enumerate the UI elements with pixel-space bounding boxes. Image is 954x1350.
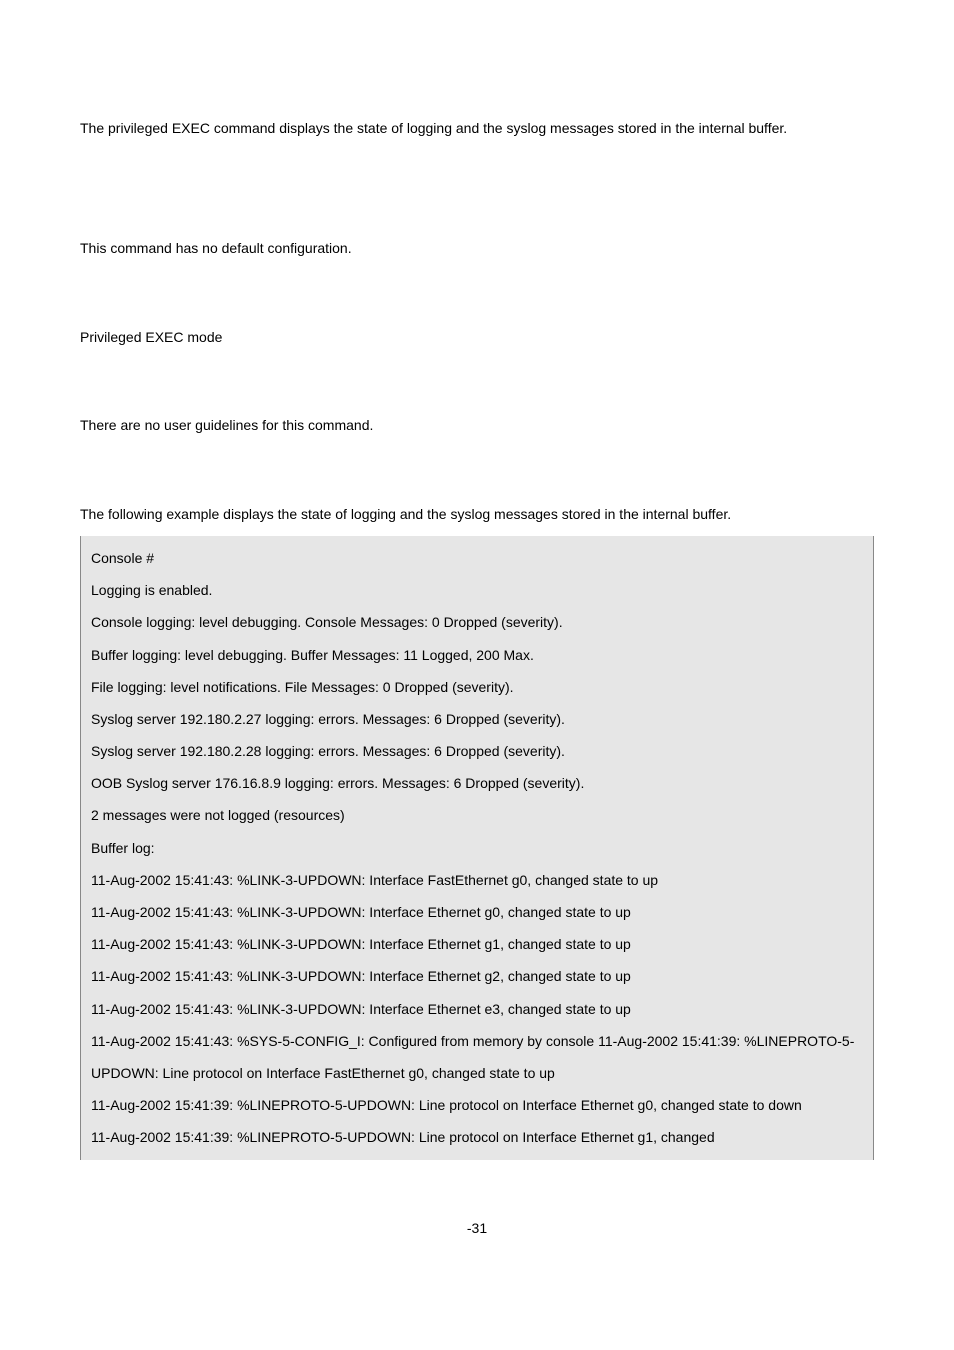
spacer bbox=[80, 281, 874, 319]
console-line: File logging: level notifications. File … bbox=[91, 671, 863, 703]
intro-text-b: privileged EXEC command displays the sta… bbox=[108, 120, 787, 136]
document-page: The privileged EXEC command displays the… bbox=[0, 0, 954, 1306]
page-number: -31 bbox=[80, 1210, 874, 1246]
console-line: 2 messages were not logged (resources) bbox=[91, 799, 863, 831]
spacer bbox=[80, 458, 874, 496]
console-line: Syslog server 192.180.2.27 logging: erro… bbox=[91, 703, 863, 735]
console-line: 11-Aug-2002 15:41:43: %LINK-3-UPDOWN: In… bbox=[91, 864, 863, 896]
console-output-block: Console # Logging is enabled. Console lo… bbox=[80, 536, 874, 1160]
console-line: 11-Aug-2002 15:41:39: %LINEPROTO-5-UPDOW… bbox=[91, 1089, 863, 1121]
console-line: Console # bbox=[91, 542, 863, 574]
console-line: 11-Aug-2002 15:41:43: %LINK-3-UPDOWN: In… bbox=[91, 993, 863, 1025]
guidelines-text: There are no user guidelines for this co… bbox=[80, 407, 874, 443]
example-intro-text: The following example displays the state… bbox=[80, 496, 874, 532]
console-line: 11-Aug-2002 15:41:43: %LINK-3-UPDOWN: In… bbox=[91, 960, 863, 992]
console-line: Syslog server 192.180.2.28 logging: erro… bbox=[91, 735, 863, 767]
default-config-text: This command has no default configuratio… bbox=[80, 230, 874, 266]
intro-text-a: The bbox=[80, 120, 108, 136]
console-line: 11-Aug-2002 15:41:43: %LINK-3-UPDOWN: In… bbox=[91, 928, 863, 960]
console-line: Console logging: level debugging. Consol… bbox=[91, 606, 863, 638]
console-line: Buffer logging: level debugging. Buffer … bbox=[91, 639, 863, 671]
intro-paragraph: The privileged EXEC command displays the… bbox=[80, 110, 874, 146]
console-line: 11-Aug-2002 15:41:43: %SYS-5-CONFIG_I: C… bbox=[91, 1025, 863, 1089]
command-mode-text: Privileged EXEC mode bbox=[80, 319, 874, 355]
console-line: Buffer log: bbox=[91, 832, 863, 864]
console-line: Logging is enabled. bbox=[91, 574, 863, 606]
console-line: OOB Syslog server 176.16.8.9 logging: er… bbox=[91, 767, 863, 799]
console-line: 11-Aug-2002 15:41:39: %LINEPROTO-5-UPDOW… bbox=[91, 1121, 863, 1153]
console-line: 11-Aug-2002 15:41:43: %LINK-3-UPDOWN: In… bbox=[91, 896, 863, 928]
spacer bbox=[80, 160, 874, 230]
spacer bbox=[80, 369, 874, 407]
